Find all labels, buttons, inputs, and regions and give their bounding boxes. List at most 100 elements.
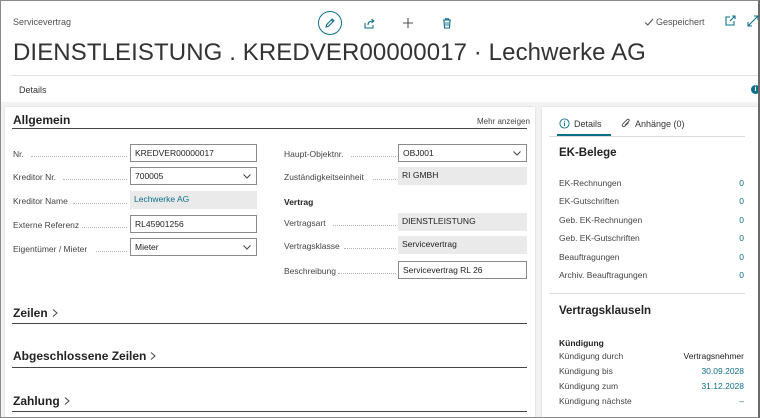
field-label-kreditor-name: Kreditor Name bbox=[13, 196, 68, 206]
show-more-link[interactable]: Mehr anzeigen bbox=[477, 117, 530, 126]
cue-label: Geb. EK-Gutschriften bbox=[559, 233, 640, 243]
field-label-kreditor-nr: Kreditor Nr. bbox=[13, 172, 56, 182]
new-button[interactable] bbox=[396, 11, 420, 35]
field-label-haupt-objektnr: Haupt-Objektnr. bbox=[284, 149, 344, 159]
externe-referenz-field[interactable]: RL45901256 bbox=[130, 215, 257, 233]
haupt-objektnr-value: OBJ001 bbox=[403, 148, 434, 158]
clause-value: Vertragsnehmer bbox=[683, 351, 744, 361]
divider bbox=[549, 136, 745, 137]
archiv-beauftragungen-row: Archiv. Beauftragungen 0 bbox=[559, 270, 744, 280]
leader-dots bbox=[344, 248, 396, 249]
field-label-externe-referenz: Externe Referenz bbox=[13, 220, 80, 230]
kuendigung-durch-row: Kündigung durch Vertragsnehmer bbox=[559, 351, 744, 361]
cue-value-link[interactable]: 0 bbox=[739, 270, 744, 280]
divider bbox=[549, 293, 745, 294]
clause-label: Kündigung zum bbox=[559, 381, 619, 391]
section-divider bbox=[12, 411, 527, 412]
cue-value-link[interactable]: 0 bbox=[739, 196, 744, 206]
section-abgeschlossene-zeilen[interactable]: Abgeschlossene Zeilen bbox=[13, 349, 157, 363]
group-heading-vertrag: Vertrag bbox=[284, 197, 314, 207]
clause-value-link[interactable]: 30.09.2028 bbox=[701, 366, 744, 376]
chevron-down-icon bbox=[513, 151, 521, 156]
field-label-vertragsklasse: Vertragsklasse bbox=[284, 241, 340, 251]
section-divider bbox=[12, 128, 527, 129]
leader-dots bbox=[338, 273, 396, 274]
clause-label: Kündigung bis bbox=[559, 366, 613, 376]
cue-value-link[interactable]: 0 bbox=[739, 178, 744, 188]
kuendigung-group-heading: Kündigung bbox=[559, 338, 604, 348]
info-badge[interactable]: i bbox=[751, 85, 758, 94]
kreditor-nr-value: 700005 bbox=[135, 171, 164, 181]
expand-icon[interactable] bbox=[747, 15, 759, 27]
geb-ek-rechnungen-row: Geb. EK-Rechnungen 0 bbox=[559, 215, 744, 225]
tab-details[interactable]: Details bbox=[19, 85, 47, 95]
kuendigung-naechste-row: Kündigung nächste – bbox=[559, 396, 744, 406]
eigentuemer-mieter-select[interactable]: Mieter bbox=[130, 238, 257, 256]
saved-status-label: Gespeichert bbox=[656, 17, 705, 27]
beschreibung-field[interactable]: Servicevertrag RL 26 bbox=[398, 261, 527, 279]
haupt-objektnr-select[interactable]: OBJ001 bbox=[398, 144, 527, 162]
ek-rechnungen-row: EK-Rechnungen 0 bbox=[559, 178, 744, 188]
cue-label: EK-Gutschriften bbox=[559, 196, 619, 206]
section-zahlung[interactable]: Zahlung bbox=[13, 394, 71, 408]
cue-label: EK-Rechnungen bbox=[559, 178, 622, 188]
cue-value-link[interactable]: 0 bbox=[739, 252, 744, 262]
clause-label: Kündigung nächste bbox=[559, 396, 632, 406]
paperclip-icon bbox=[621, 118, 630, 128]
kreditor-name-link[interactable]: Lechwerke AG bbox=[130, 191, 257, 209]
leader-dots bbox=[73, 203, 127, 204]
open-new-window-icon[interactable] bbox=[724, 15, 736, 27]
eigentuemer-mieter-value: Mieter bbox=[135, 242, 159, 252]
page-header: Servicevertrag Gespeichert bbox=[1, 1, 759, 41]
vertragsklasse-field: Servicevertrag bbox=[398, 236, 527, 254]
clause-value-link[interactable]: 31.12.2028 bbox=[701, 381, 744, 391]
kuendigung-bis-row: Kündigung bis 30.09.2028 bbox=[559, 366, 744, 376]
leader-dots bbox=[373, 179, 396, 180]
info-icon bbox=[559, 118, 570, 129]
field-label-eigentuemer-mieter: Eigentümer / Mieter bbox=[13, 244, 88, 254]
leader-dots bbox=[82, 227, 127, 228]
saved-status: Gespeichert bbox=[644, 17, 705, 27]
clause-value-link[interactable]: – bbox=[739, 396, 744, 406]
leader-dots bbox=[333, 225, 396, 226]
cue-label: Beauftragungen bbox=[559, 252, 620, 262]
leader-dots bbox=[96, 251, 127, 252]
factbox-tab-details[interactable]: Details bbox=[559, 118, 602, 129]
edit-button[interactable] bbox=[318, 11, 342, 35]
section-zeilen[interactable]: Zeilen bbox=[13, 306, 59, 320]
checkmark-icon bbox=[644, 18, 654, 26]
share-button[interactable] bbox=[357, 11, 381, 35]
field-label-beschreibung: Beschreibung bbox=[284, 266, 336, 276]
geb-ek-gutschriften-row: Geb. EK-Gutschriften 0 bbox=[559, 233, 744, 243]
leader-dots bbox=[351, 156, 396, 157]
cue-value-link[interactable]: 0 bbox=[739, 215, 744, 225]
factbox-tab-attachments[interactable]: Anhänge (0) bbox=[621, 118, 685, 129]
chevron-down-icon bbox=[243, 245, 251, 250]
field-label-nr: Nr. bbox=[13, 149, 24, 159]
field-label-zustaendigkeitseinheit: Zuständigkeitseinheit bbox=[284, 172, 364, 182]
factbox-tab-attachments-label: Anhänge (0) bbox=[635, 118, 685, 129]
zustaendigkeitseinheit-field: RI GMBH bbox=[398, 167, 527, 185]
vertragsart-field: DIENSTLEISTUNG bbox=[398, 213, 527, 231]
section-allgemein-title[interactable]: Allgemein bbox=[13, 113, 70, 127]
kreditor-nr-select[interactable]: 700005 bbox=[130, 167, 257, 185]
page-caption: Servicevertrag bbox=[13, 17, 72, 27]
section-zahlung-title: Zahlung bbox=[13, 394, 60, 408]
factbox-tab-details-label: Details bbox=[574, 118, 602, 129]
chevron-down-icon bbox=[243, 174, 251, 179]
cue-label: Archiv. Beauftragungen bbox=[559, 270, 648, 280]
cue-value-link[interactable]: 0 bbox=[739, 233, 744, 243]
leader-dots bbox=[63, 179, 127, 180]
delete-button[interactable] bbox=[435, 11, 459, 35]
kuendigung-zum-row: Kündigung zum 31.12.2028 bbox=[559, 381, 744, 391]
section-divider bbox=[12, 323, 527, 324]
trash-icon bbox=[443, 18, 451, 29]
nr-field[interactable]: KREDVER00000017 bbox=[130, 144, 257, 162]
clause-label: Kündigung durch bbox=[559, 351, 624, 361]
section-abgeschlossene-zeilen-title: Abgeschlossene Zeilen bbox=[13, 349, 147, 363]
ek-gutschriften-row: EK-Gutschriften 0 bbox=[559, 196, 744, 206]
plus-icon bbox=[403, 18, 413, 28]
beauftragungen-row: Beauftragungen 0 bbox=[559, 252, 744, 262]
divider bbox=[11, 75, 758, 76]
share-icon bbox=[363, 18, 375, 29]
